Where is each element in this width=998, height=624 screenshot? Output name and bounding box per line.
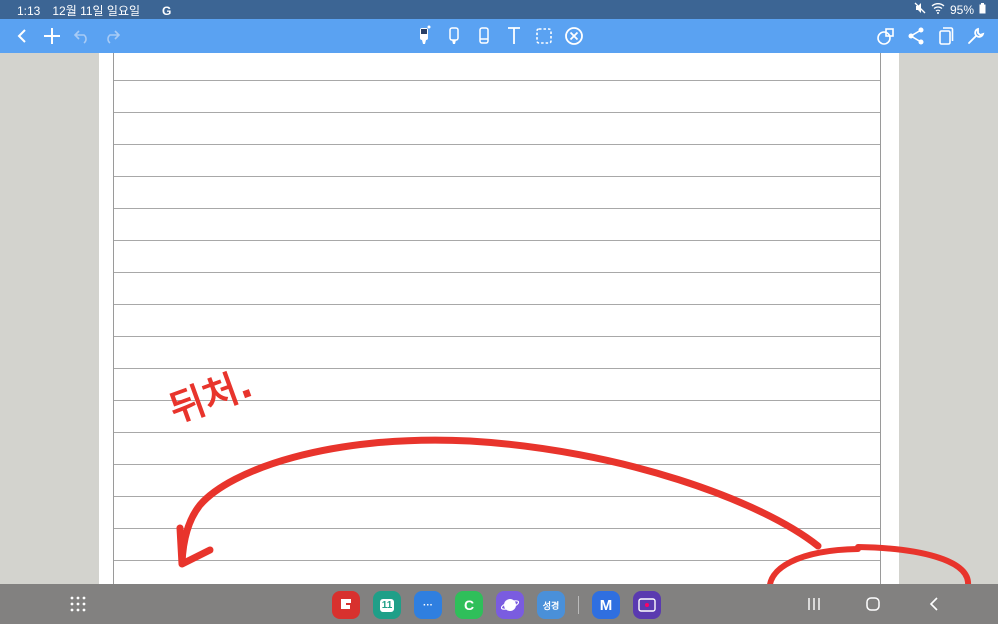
calendar-day: 11: [379, 598, 395, 612]
text-icon[interactable]: [500, 19, 528, 53]
ruled-line: [114, 176, 880, 177]
clear-icon[interactable]: [560, 19, 588, 53]
calendar-app-icon[interactable]: 11: [373, 591, 401, 619]
add-icon[interactable]: [38, 19, 66, 53]
ruled-line: [114, 144, 880, 145]
ruled-line: [114, 464, 880, 465]
status-date: 12월 11일 일요일: [52, 4, 141, 18]
ruled-line: [114, 432, 880, 433]
taskbar: 11 ··· C 성경 M: [0, 584, 998, 624]
ruled-line: [114, 240, 880, 241]
messages-dots: ···: [423, 599, 433, 611]
highlighter-icon[interactable]: [440, 19, 468, 53]
google-notification-icon: G: [162, 3, 172, 18]
ruled-line: [114, 112, 880, 113]
apps-grid-icon[interactable]: [64, 592, 92, 616]
bible-app-icon[interactable]: 성경: [537, 591, 565, 619]
ruled-line: [114, 304, 880, 305]
phone-glyph: C: [463, 597, 475, 613]
mute-icon: [914, 2, 926, 17]
recent-apps-icon[interactable]: [799, 590, 829, 618]
messages-app-icon[interactable]: ···: [414, 591, 442, 619]
phone-app-icon[interactable]: C: [455, 591, 483, 619]
note-page[interactable]: [99, 53, 899, 593]
selection-icon[interactable]: [530, 19, 558, 53]
dock-divider: [578, 596, 579, 614]
ruled-line: [114, 336, 880, 337]
ruled-line: [114, 208, 880, 209]
flexcil-app-icon[interactable]: [332, 591, 360, 619]
bible-label: 성경: [542, 600, 560, 611]
pen-icon[interactable]: [410, 19, 438, 53]
ruled-line: [114, 528, 880, 529]
ruled-line: [114, 496, 880, 497]
screen-recorder-app-icon[interactable]: [633, 591, 661, 619]
share-icon[interactable]: [902, 19, 930, 53]
ruled-line: [114, 560, 880, 561]
internet-app-icon[interactable]: [496, 591, 524, 619]
ruled-line: [114, 80, 880, 81]
ruled-line: [114, 368, 880, 369]
back-icon[interactable]: [8, 19, 36, 53]
battery-icon: [979, 2, 986, 17]
status-time: 1:13: [17, 3, 41, 18]
redo-icon[interactable]: [98, 19, 126, 53]
m-app-icon[interactable]: M: [592, 591, 620, 619]
shapes-icon[interactable]: [872, 19, 900, 53]
battery-percent: 95%: [949, 2, 974, 17]
eraser-icon[interactable]: [470, 19, 498, 53]
ruled-lines: [113, 53, 881, 593]
copy-icon[interactable]: [932, 19, 960, 53]
m-label: M: [599, 596, 613, 614]
note-toolbar: [0, 19, 998, 53]
home-icon[interactable]: [858, 590, 888, 618]
wrench-icon[interactable]: [962, 19, 990, 53]
undo-icon[interactable]: [68, 19, 96, 53]
app-dock: 11 ··· C 성경 M: [332, 591, 661, 619]
ruled-line: [114, 272, 880, 273]
wifi-icon: [931, 2, 945, 17]
status-bar: 1:13 12월 11일 일요일 G 95%: [0, 0, 998, 19]
nav-back-icon[interactable]: [919, 590, 949, 618]
ruled-line: [114, 400, 880, 401]
